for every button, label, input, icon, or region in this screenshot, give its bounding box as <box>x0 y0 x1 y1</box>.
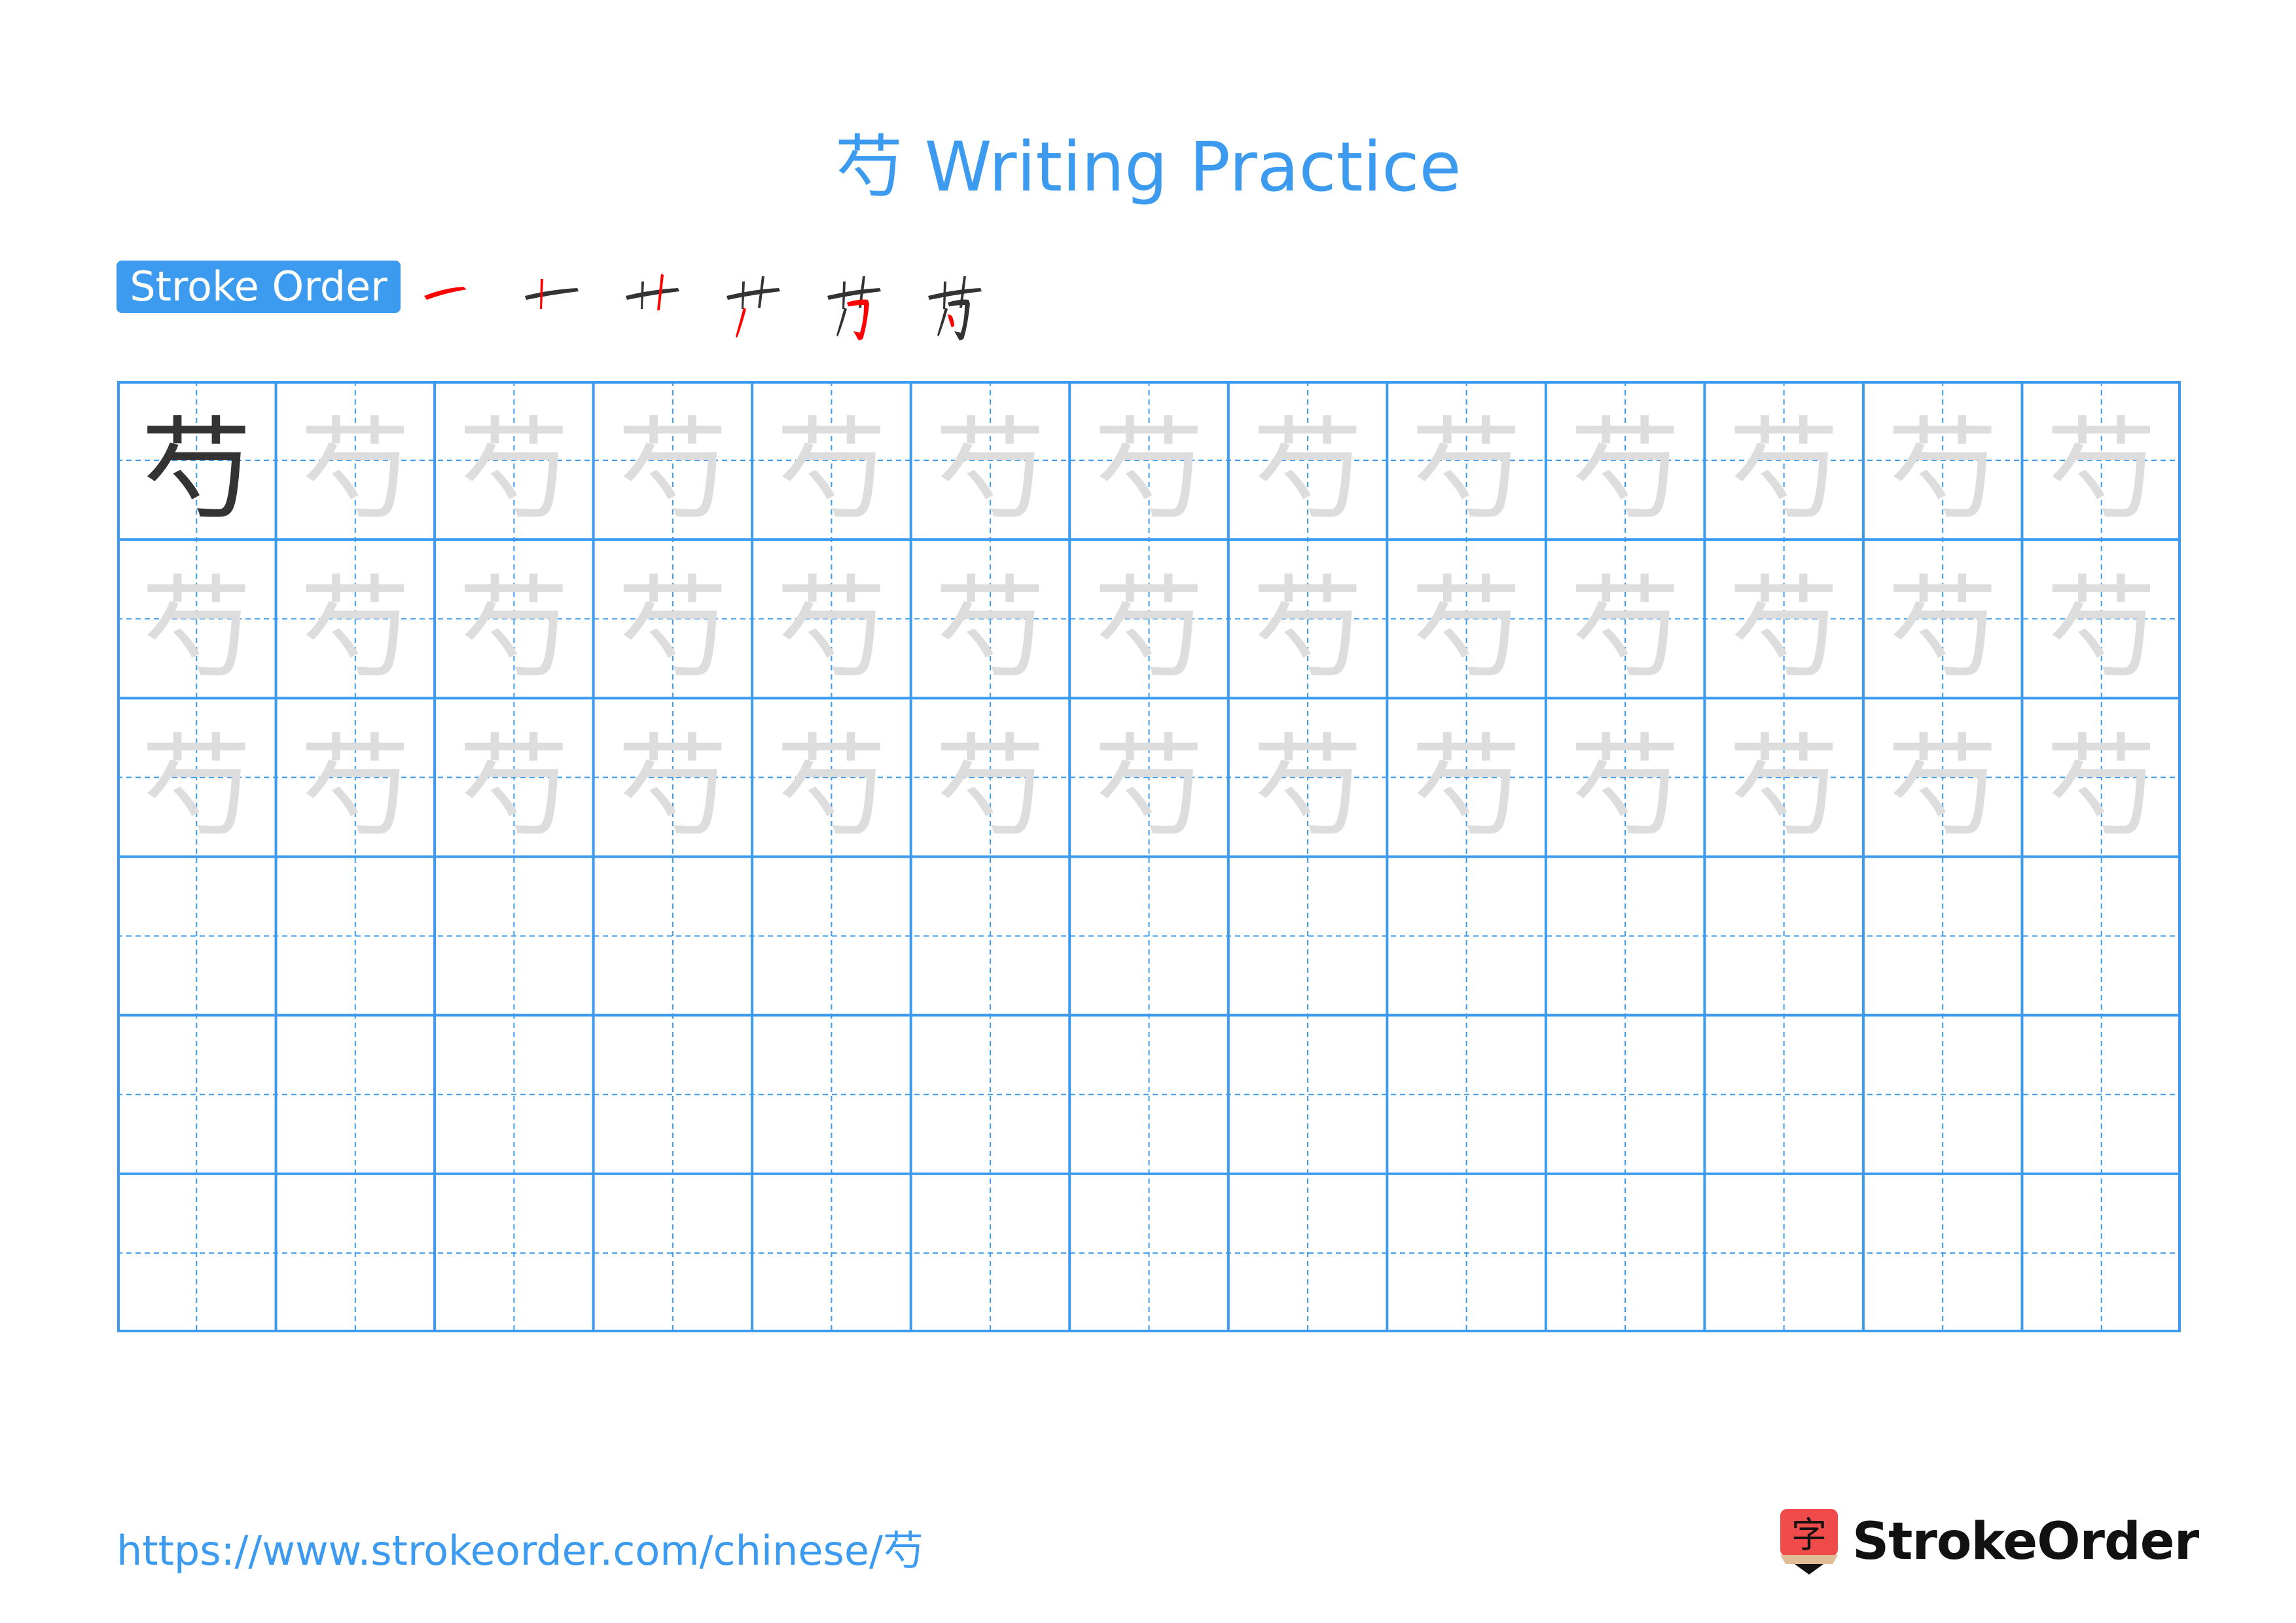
trace-character: 芍 <box>2045 564 2157 695</box>
stroke-step-1 <box>418 257 518 342</box>
blank-practice-cell[interactable] <box>1546 1015 1704 1174</box>
trace-character: 芍 <box>1886 564 1998 695</box>
source-url[interactable]: https://www.strokeorder.com/chinese/芍 <box>117 1518 924 1577</box>
stroke-step-4 <box>720 257 821 342</box>
trace-character: 芍 <box>2045 723 2157 853</box>
trace-character: 芍 <box>458 564 570 695</box>
trace-character: 芍 <box>1093 723 1205 853</box>
trace-character: 芍 <box>617 406 728 536</box>
blank-practice-cell[interactable] <box>1387 1174 1545 1332</box>
trace-character: 芍 <box>140 564 252 695</box>
blank-practice-cell[interactable] <box>276 857 435 1015</box>
trace-character: 芍 <box>458 406 570 536</box>
blank-practice-cell[interactable] <box>752 1015 910 1174</box>
logo-text: StrokeOrder <box>1852 1512 2199 1571</box>
blank-practice-cell[interactable] <box>1863 1015 2022 1174</box>
trace-character: 芍 <box>1410 723 1522 853</box>
trace-character: 芍 <box>1728 723 1840 853</box>
trace-character: 芍 <box>299 564 411 695</box>
trace-character: 芍 <box>1728 564 1840 695</box>
blank-practice-cell[interactable] <box>1387 1015 1545 1174</box>
page-title: 芍 Writing Practice <box>834 127 1462 207</box>
trace-character: 芍 <box>458 723 570 853</box>
trace-character: 芍 <box>1886 406 1998 536</box>
trace-character: 芍 <box>1728 406 1840 536</box>
blank-practice-cell[interactable] <box>276 1174 435 1332</box>
trace-character: 芍 <box>299 406 411 536</box>
trace-character: 芍 <box>1093 564 1205 695</box>
blank-practice-cell[interactable] <box>1546 1174 1704 1332</box>
blank-practice-cell[interactable] <box>435 1174 593 1332</box>
trace-character: 芍 <box>2045 406 2157 536</box>
blank-practice-cell[interactable] <box>1863 857 2022 1015</box>
trace-character: 芍 <box>934 723 1046 853</box>
blank-practice-cell[interactable] <box>594 1174 752 1332</box>
trace-character: 芍 <box>776 406 888 536</box>
trace-character: 芍 <box>776 564 888 695</box>
trace-character: 芍 <box>1251 723 1363 853</box>
blank-practice-cell[interactable] <box>1229 1174 1387 1332</box>
model-character: 芍 <box>140 406 252 536</box>
trace-character: 芍 <box>1093 406 1205 536</box>
trace-character: 芍 <box>299 723 411 853</box>
blank-practice-cell[interactable] <box>752 1174 910 1332</box>
blank-practice-cell[interactable] <box>911 857 1069 1015</box>
trace-character: 芍 <box>776 723 888 853</box>
stroke-step-5 <box>821 257 922 342</box>
blank-practice-cell[interactable] <box>1704 857 1863 1015</box>
practice-grid: 芍芍芍芍芍芍芍芍芍芍芍芍芍芍芍芍芍芍芍芍芍芍芍芍芍芍芍芍芍芍芍芍芍芍芍芍芍芍芍 <box>117 381 2181 1332</box>
trace-character: 芍 <box>1886 723 1998 853</box>
trace-character: 芍 <box>1251 564 1363 695</box>
blank-practice-cell[interactable] <box>1069 1015 1228 1174</box>
trace-character: 芍 <box>617 564 728 695</box>
blank-practice-cell[interactable] <box>911 1015 1069 1174</box>
blank-practice-cell[interactable] <box>1069 857 1228 1015</box>
blank-practice-cell[interactable] <box>276 1015 435 1174</box>
blank-practice-cell[interactable] <box>117 857 276 1015</box>
blank-practice-cell[interactable] <box>2022 1015 2180 1174</box>
trace-character: 芍 <box>1569 564 1681 695</box>
blank-practice-cell[interactable] <box>117 1015 276 1174</box>
blank-practice-cell[interactable] <box>1546 857 1704 1015</box>
blank-practice-cell[interactable] <box>1704 1174 1863 1332</box>
strokeorder-logo: 字 StrokeOrder <box>1780 1509 2199 1575</box>
stroke-order-badge: Stroke Order <box>117 261 401 313</box>
stroke-step-6 <box>922 257 1022 342</box>
trace-character: 芍 <box>1569 406 1681 536</box>
blank-practice-cell[interactable] <box>1863 1174 2022 1332</box>
trace-character: 芍 <box>934 564 1046 695</box>
blank-practice-cell[interactable] <box>752 857 910 1015</box>
trace-character: 芍 <box>934 406 1046 536</box>
trace-character: 芍 <box>1410 564 1522 695</box>
stroke-step-2 <box>518 257 619 342</box>
blank-practice-cell[interactable] <box>911 1174 1069 1332</box>
pencil-logo-icon: 字 <box>1780 1509 1838 1575</box>
trace-character: 芍 <box>1569 723 1681 853</box>
blank-practice-cell[interactable] <box>117 1174 276 1332</box>
blank-practice-cell[interactable] <box>435 1015 593 1174</box>
svg-text:字: 字 <box>1791 1514 1827 1556</box>
blank-practice-cell[interactable] <box>1229 1015 1387 1174</box>
blank-practice-cell[interactable] <box>594 857 752 1015</box>
trace-character: 芍 <box>1410 406 1522 536</box>
blank-practice-cell[interactable] <box>435 857 593 1015</box>
blank-practice-cell[interactable] <box>1069 1174 1228 1332</box>
stroke-order-steps <box>418 257 1022 342</box>
blank-practice-cell[interactable] <box>1387 857 1545 1015</box>
blank-practice-cell[interactable] <box>1704 1015 1863 1174</box>
stroke-step-3 <box>619 257 720 342</box>
blank-practice-cell[interactable] <box>2022 1174 2180 1332</box>
trace-character: 芍 <box>617 723 728 853</box>
trace-character: 芍 <box>140 723 252 853</box>
blank-practice-cell[interactable] <box>2022 857 2180 1015</box>
trace-character: 芍 <box>1251 406 1363 536</box>
blank-practice-cell[interactable] <box>1229 857 1387 1015</box>
blank-practice-cell[interactable] <box>594 1015 752 1174</box>
